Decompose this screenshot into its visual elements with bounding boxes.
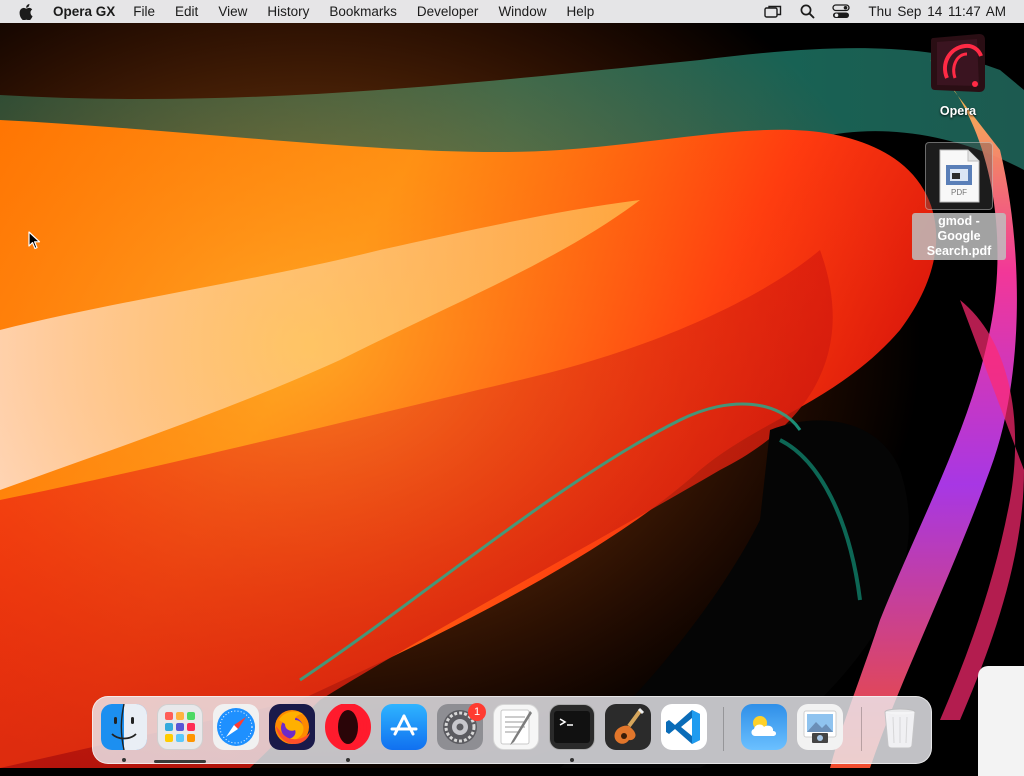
pdf-selection-frame: PDF <box>925 142 993 210</box>
menu-bar: Opera GX File Edit View History Bookmark… <box>0 0 1024 23</box>
menu-clock[interactable]: Thu Sep 14 11:47 AM <box>868 4 1006 19</box>
launchpad-icon <box>165 712 195 742</box>
finder-icon <box>101 704 147 750</box>
running-indicator <box>346 758 350 762</box>
menu-edit[interactable]: Edit <box>165 0 208 23</box>
spotlight-search-icon[interactable] <box>796 0 818 23</box>
app-store-icon <box>390 714 418 736</box>
textedit-icon <box>500 709 532 745</box>
garageband-icon <box>614 707 645 744</box>
vscode-icon <box>666 710 700 744</box>
control-center-icon[interactable] <box>830 0 852 23</box>
dock-item-garageband[interactable] <box>605 704 651 750</box>
dock-item-safari[interactable] <box>213 704 259 750</box>
dock-item-trash[interactable] <box>877 704 923 750</box>
running-indicator <box>570 758 574 762</box>
dock-item-vscode[interactable] <box>661 704 707 750</box>
menu-bookmarks[interactable]: Bookmarks <box>319 0 407 23</box>
menu-developer[interactable]: Developer <box>407 0 489 23</box>
opera-icon <box>325 704 371 750</box>
trash-icon <box>884 708 916 749</box>
dock-item-preview[interactable] <box>797 704 843 750</box>
menu-view[interactable]: View <box>208 0 257 23</box>
desktop-wallpaper <box>0 0 1024 768</box>
dock-separator <box>723 707 724 751</box>
dock-item-textedit[interactable] <box>493 704 539 750</box>
dock-item-app-store[interactable] <box>381 704 427 750</box>
menu-history[interactable]: History <box>257 0 319 23</box>
menu-help[interactable]: Help <box>556 0 604 23</box>
pdf-document-icon: PDF <box>938 149 980 203</box>
pdf-badge-text: PDF <box>951 188 967 197</box>
mouse-cursor-icon <box>28 231 41 255</box>
desktop-icon-label: gmod - Google Search.pdf <box>912 213 1006 260</box>
launchpad-highlight <box>154 760 206 763</box>
dock-separator <box>861 707 862 751</box>
menu-window[interactable]: Window <box>488 0 556 23</box>
terminal-icon <box>554 711 590 743</box>
desktop-icon-opera[interactable]: Opera <box>922 30 994 118</box>
dock-item-terminal[interactable] <box>549 704 595 750</box>
safari-icon <box>217 708 255 746</box>
menu-status-area: Thu Sep 14 11:47 AM <box>756 0 1024 23</box>
apple-icon[interactable] <box>16 0 36 23</box>
dock-item-weather[interactable] <box>741 704 787 750</box>
dock-item-finder[interactable] <box>101 704 147 750</box>
dock-item-launchpad[interactable] <box>157 704 203 750</box>
firefox-icon <box>275 710 310 744</box>
running-indicator <box>122 758 126 762</box>
dock-item-firefox[interactable] <box>269 704 315 750</box>
desktop-icon-pdf[interactable]: PDF gmod - Google Search.pdf <box>912 142 1006 260</box>
preview-icon <box>803 710 837 743</box>
desktop-icon-label: Opera <box>939 104 977 118</box>
menu-file[interactable]: File <box>123 0 165 23</box>
notification-badge: 1 <box>468 703 486 721</box>
weather-icon <box>751 716 776 736</box>
offscreen-window-edge[interactable] <box>978 666 1024 776</box>
dock-item-opera[interactable] <box>325 704 371 750</box>
dock: 1 <box>92 696 932 764</box>
opera-gx-app-icon <box>927 30 989 96</box>
menu-app-name[interactable]: Opera GX <box>53 4 115 19</box>
screen-mirroring-icon[interactable] <box>762 0 784 23</box>
